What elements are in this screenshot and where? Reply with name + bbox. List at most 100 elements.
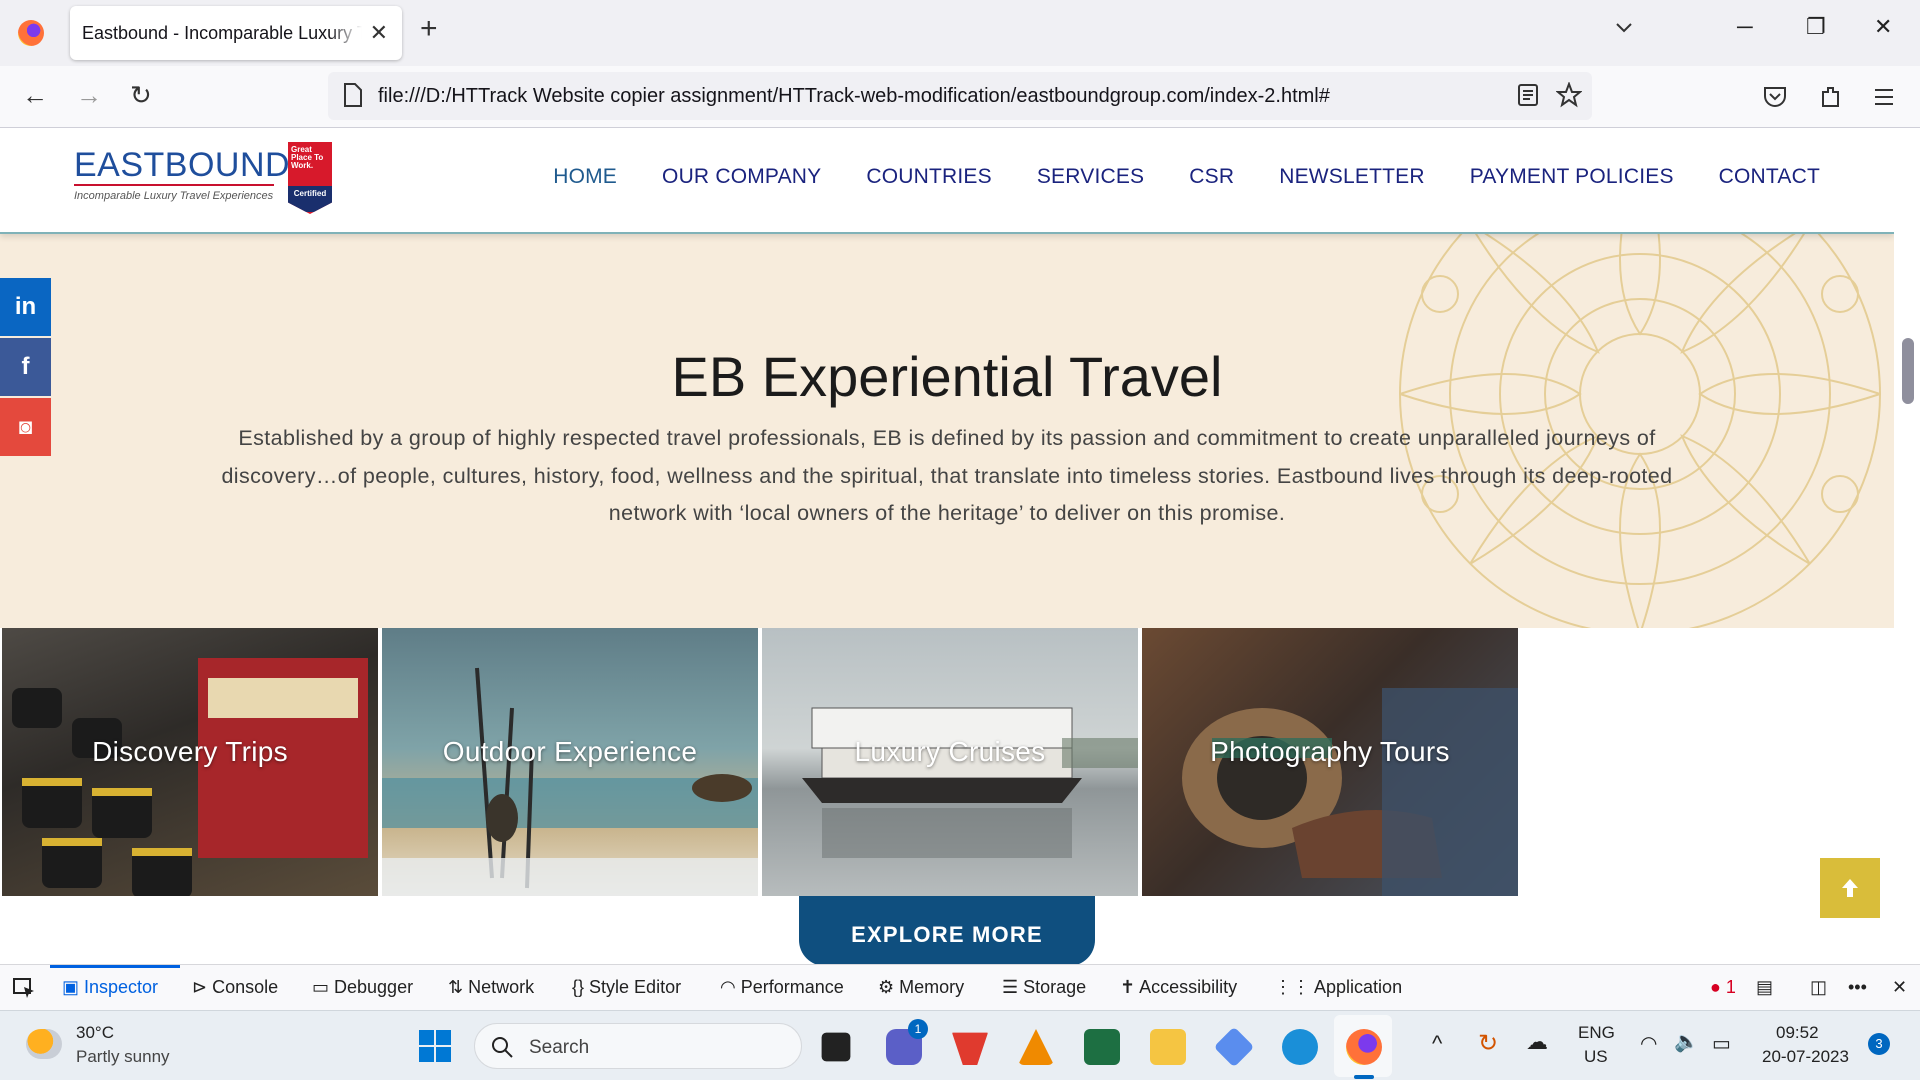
instagram-icon[interactable]: ◙ bbox=[0, 398, 51, 456]
chevron-down-icon[interactable] bbox=[1612, 16, 1636, 40]
network-icon: ⇅ bbox=[448, 977, 469, 997]
copilot-icon[interactable] bbox=[1213, 1026, 1255, 1068]
clock-time[interactable]: 09:52 bbox=[1776, 1023, 1819, 1043]
card-photography-tours[interactable]: Photography Tours bbox=[1142, 628, 1518, 896]
firefox-icon[interactable] bbox=[18, 20, 44, 46]
bookmark-star-icon[interactable] bbox=[1556, 82, 1582, 108]
sync-icon[interactable]: ↻ bbox=[1478, 1029, 1498, 1058]
forward-icon[interactable]: → bbox=[76, 80, 102, 111]
facebook-icon[interactable]: f bbox=[0, 338, 51, 396]
dock-side-icon[interactable]: ◫ bbox=[1810, 977, 1827, 998]
split-console-icon[interactable]: ▤ bbox=[1756, 977, 1773, 998]
minimize-icon[interactable]: ─ bbox=[1737, 14, 1753, 40]
wps-office-icon[interactable] bbox=[952, 1032, 988, 1065]
search-icon bbox=[492, 1037, 513, 1058]
clock-date[interactable]: 20-07-2023 bbox=[1762, 1047, 1849, 1067]
page-scrollbar[interactable] bbox=[1894, 128, 1920, 964]
menu-countries[interactable]: COUNTRIES bbox=[866, 165, 991, 189]
linkedin-icon[interactable]: in bbox=[0, 278, 51, 336]
explore-more-button[interactable]: EXPLORE MORE bbox=[799, 896, 1095, 964]
error-count-badge[interactable]: ● 1 bbox=[1710, 977, 1736, 998]
back-icon[interactable]: ← bbox=[22, 80, 48, 111]
storage-icon: ☰ bbox=[1002, 977, 1024, 997]
notification-badge[interactable]: 3 bbox=[1868, 1033, 1890, 1055]
card-label: Luxury Cruises bbox=[854, 736, 1046, 767]
menu-home[interactable]: HOME bbox=[553, 165, 617, 189]
task-view-icon[interactable] bbox=[821, 1032, 851, 1062]
card-label: Photography Tours bbox=[1210, 736, 1450, 767]
more-options-icon[interactable]: ••• bbox=[1848, 977, 1867, 998]
card-luxury-cruises[interactable]: Luxury Cruises bbox=[762, 628, 1138, 896]
reader-view-icon[interactable] bbox=[1516, 82, 1540, 108]
reload-icon[interactable]: ↻ bbox=[130, 80, 152, 111]
temperature: 30°C bbox=[76, 1023, 114, 1042]
element-picker-icon[interactable] bbox=[12, 977, 36, 999]
vlc-icon[interactable] bbox=[1018, 1029, 1054, 1065]
active-tab-indicator bbox=[50, 965, 180, 968]
page-viewport: EASTBOUND Incomparable Luxury Travel Exp… bbox=[0, 128, 1894, 964]
weather-icon[interactable] bbox=[26, 1029, 62, 1059]
memory-icon: ⚙ bbox=[878, 977, 900, 997]
performance-icon: ◠ bbox=[720, 977, 741, 997]
scrollbar-thumb[interactable] bbox=[1902, 338, 1914, 404]
close-devtools-icon[interactable]: ✕ bbox=[1892, 977, 1907, 998]
accessibility-icon: ✝ bbox=[1120, 977, 1140, 997]
new-tab-icon[interactable]: + bbox=[420, 14, 438, 44]
devtools-tab-performance[interactable]: ◠ Performance bbox=[720, 977, 844, 998]
language-code[interactable]: ENG bbox=[1578, 1023, 1615, 1043]
menu-csr[interactable]: CSR bbox=[1189, 165, 1234, 189]
menu-icon[interactable] bbox=[1872, 86, 1896, 108]
wifi-icon[interactable]: ◠ bbox=[1640, 1031, 1657, 1056]
application-icon: ⋮⋮ bbox=[1274, 977, 1315, 997]
firefox-taskbar-icon[interactable] bbox=[1346, 1029, 1382, 1065]
site-header: EASTBOUND Incomparable Luxury Travel Exp… bbox=[0, 128, 1894, 234]
devtools-tab-application[interactable]: ⋮⋮ Application bbox=[1274, 977, 1402, 998]
url-text[interactable]: file:///D:/HTTrack Website copier assign… bbox=[378, 85, 1330, 108]
devtools-tab-accessibility[interactable]: ✝ Accessibility bbox=[1120, 977, 1237, 998]
volume-icon[interactable]: 🔈 bbox=[1674, 1029, 1699, 1054]
battery-icon[interactable]: ▭ bbox=[1712, 1031, 1731, 1056]
logo-tagline: Incomparable Luxury Travel Experiences bbox=[74, 190, 274, 202]
menu-services[interactable]: SERVICES bbox=[1037, 165, 1144, 189]
navigation-toolbar: ← → ↻ file:///D:/HTTrack Website copier … bbox=[0, 66, 1920, 128]
windows-start-icon[interactable] bbox=[418, 1029, 452, 1063]
file-explorer-icon[interactable] bbox=[1150, 1029, 1186, 1065]
restore-icon[interactable]: ❐ bbox=[1806, 14, 1826, 40]
card-outdoor-experience[interactable]: Outdoor Experience bbox=[382, 628, 758, 896]
site-logo[interactable]: EASTBOUND bbox=[74, 146, 290, 185]
pocket-icon[interactable] bbox=[1762, 84, 1788, 110]
menu-contact[interactable]: CONTACT bbox=[1719, 165, 1820, 189]
taskbar-search[interactable]: Search bbox=[474, 1023, 802, 1069]
devtools-tab-memory[interactable]: ⚙ Memory bbox=[878, 977, 964, 998]
menu-payment-policies[interactable]: PAYMENT POLICIES bbox=[1470, 165, 1674, 189]
get-help-icon[interactable] bbox=[1282, 1029, 1318, 1065]
window-close-icon[interactable]: ✕ bbox=[1874, 14, 1892, 40]
tab-title: Eastbound - Incomparable Luxury Travel E… bbox=[82, 23, 362, 43]
region-code[interactable]: US bbox=[1584, 1047, 1608, 1067]
tab-bar: Eastbound - Incomparable Luxury Travel E… bbox=[0, 0, 1920, 66]
extensions-icon[interactable] bbox=[1818, 84, 1844, 110]
arrow-up-icon[interactable] bbox=[1820, 858, 1880, 918]
devtools-tab-console[interactable]: ⊳ Console bbox=[192, 977, 278, 998]
card-discovery-trips[interactable]: Discovery Trips bbox=[2, 628, 378, 896]
chevron-up-icon[interactable]: ^ bbox=[1432, 1031, 1442, 1057]
hero-description: Established by a group of highly respect… bbox=[221, 426, 1673, 525]
browser-tab[interactable]: Eastbound - Incomparable Luxury Travel E… bbox=[70, 6, 402, 60]
hero-section: EB Experiential Travel Established by a … bbox=[0, 234, 1894, 628]
excel-icon[interactable] bbox=[1084, 1029, 1120, 1065]
devtools-tab-inspector[interactable]: ▣ Inspector bbox=[62, 977, 158, 998]
teams-badge: 1 bbox=[908, 1019, 928, 1039]
url-bar[interactable]: file:///D:/HTTrack Website copier assign… bbox=[328, 72, 1592, 120]
menu-our-company[interactable]: OUR COMPANY bbox=[662, 165, 821, 189]
search-placeholder: Search bbox=[529, 1037, 590, 1058]
onedrive-icon[interactable]: ☁ bbox=[1526, 1029, 1548, 1055]
devtools-tab-debugger[interactable]: ▭ Debugger bbox=[312, 977, 413, 998]
devtools-tab-network[interactable]: ⇅ Network bbox=[448, 977, 534, 998]
devtools-tab-style-editor[interactable]: {} Style Editor bbox=[572, 977, 681, 998]
great-place-to-work-badge: Great Place To Work. Certified bbox=[288, 142, 332, 214]
close-tab-icon[interactable]: ✕ bbox=[370, 20, 388, 46]
devtools-tab-storage[interactable]: ☰ Storage bbox=[1002, 977, 1086, 998]
debugger-icon: ▭ bbox=[312, 977, 335, 997]
card-label: Outdoor Experience bbox=[442, 736, 698, 767]
menu-newsletter[interactable]: NEWSLETTER bbox=[1279, 165, 1425, 189]
